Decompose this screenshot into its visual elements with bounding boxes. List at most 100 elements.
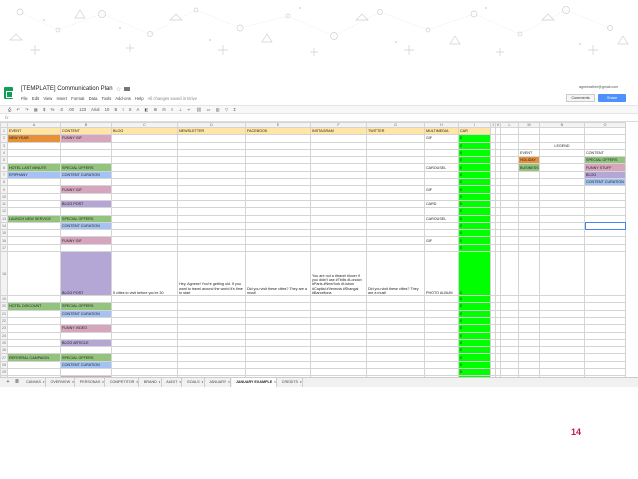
- share-button[interactable]: Share: [598, 94, 626, 102]
- table-cell[interactable]: BUSINESS EVENT: [518, 163, 540, 172]
- table-cell[interactable]: [60, 229, 112, 238]
- comments-button[interactable]: Comments: [566, 94, 595, 102]
- table-cell[interactable]: [111, 302, 178, 311]
- table-cell[interactable]: CAROUSEL: [424, 163, 459, 172]
- table-cell[interactable]: [366, 178, 425, 187]
- table-cell[interactable]: [177, 185, 246, 194]
- table-cell[interactable]: [500, 148, 519, 158]
- table-cell[interactable]: [366, 192, 425, 201]
- table-cell[interactable]: [518, 207, 540, 216]
- table-cell[interactable]: CONTENT CURATION: [584, 178, 626, 187]
- table-cell[interactable]: 0: [458, 170, 491, 180]
- table-cell[interactable]: EVENT: [518, 148, 540, 158]
- table-cell[interactable]: [60, 192, 112, 201]
- menu-file[interactable]: File: [21, 96, 28, 101]
- table-cell[interactable]: [424, 243, 459, 253]
- table-cell[interactable]: [177, 243, 246, 253]
- table-cell[interactable]: [245, 295, 311, 304]
- table-cell[interactable]: [245, 302, 311, 311]
- table-cell[interactable]: [310, 302, 367, 311]
- table-cell[interactable]: [111, 331, 178, 340]
- table-cell[interactable]: [60, 178, 112, 187]
- table-cell[interactable]: [366, 295, 425, 304]
- table-cell[interactable]: [7, 148, 61, 158]
- table-cell[interactable]: [366, 338, 425, 348]
- row-number[interactable]: 20: [0, 302, 8, 311]
- table-cell[interactable]: [177, 229, 246, 238]
- table-cell[interactable]: [518, 295, 540, 304]
- table-cell[interactable]: [539, 316, 585, 326]
- table-cell[interactable]: [111, 324, 178, 333]
- table-cell[interactable]: [60, 207, 112, 216]
- table-cell[interactable]: [60, 295, 112, 304]
- row-number[interactable]: 22: [0, 316, 8, 326]
- table-cell[interactable]: [60, 316, 112, 326]
- table-cell[interactable]: [310, 148, 367, 158]
- table-cell[interactable]: [518, 331, 540, 340]
- table-cell[interactable]: SPECIAL OFFERS: [60, 214, 112, 223]
- filter-icon[interactable]: ▽: [225, 107, 228, 112]
- table-cell[interactable]: 0: [458, 214, 491, 223]
- table-cell[interactable]: You are not a #travel #lover if you didn…: [310, 251, 367, 297]
- menu-edit[interactable]: Edit: [32, 96, 39, 101]
- table-cell[interactable]: CONTENT CURATION: [60, 170, 112, 180]
- table-cell[interactable]: [424, 178, 459, 187]
- table-cell[interactable]: [539, 221, 585, 231]
- table-cell[interactable]: [500, 338, 519, 348]
- table-cell[interactable]: [539, 192, 585, 201]
- table-cell[interactable]: GIF: [424, 185, 459, 194]
- more-formats-button[interactable]: 123: [79, 107, 86, 112]
- table-cell[interactable]: [310, 331, 367, 340]
- table-cell[interactable]: 0: [458, 134, 491, 143]
- table-cell[interactable]: [539, 236, 585, 245]
- table-cell[interactable]: CARD: [424, 199, 459, 209]
- table-cell[interactable]: [310, 178, 367, 187]
- row-number[interactable]: 19: [0, 295, 8, 304]
- table-cell[interactable]: [177, 302, 246, 311]
- table-cell[interactable]: 0: [458, 331, 491, 340]
- table-cell[interactable]: [245, 236, 311, 245]
- functions-icon[interactable]: Σ: [233, 107, 236, 112]
- table-cell[interactable]: [7, 178, 61, 187]
- table-cell[interactable]: [60, 346, 112, 355]
- table-cell[interactable]: [310, 199, 367, 209]
- table-cell[interactable]: [310, 141, 367, 150]
- sheet-tab[interactable]: COMPETITOR: [106, 378, 140, 387]
- table-cell[interactable]: [111, 163, 178, 172]
- table-cell[interactable]: [7, 346, 61, 355]
- table-cell[interactable]: [500, 185, 519, 194]
- table-cell[interactable]: FUNNY STUFF: [584, 163, 626, 172]
- paint-format-icon[interactable]: ▦: [34, 107, 38, 112]
- menu-tools[interactable]: Tools: [102, 96, 112, 101]
- table-cell[interactable]: [177, 192, 246, 201]
- table-cell[interactable]: GIF: [424, 236, 459, 245]
- row-number[interactable]: 17: [0, 243, 8, 253]
- folder-icon[interactable]: [124, 87, 130, 91]
- table-cell[interactable]: 0: [458, 185, 491, 194]
- table-cell[interactable]: [424, 141, 459, 150]
- table-cell[interactable]: [424, 302, 459, 311]
- table-cell[interactable]: [245, 316, 311, 326]
- table-cell[interactable]: [500, 178, 519, 187]
- formula-bar[interactable]: fx: [0, 114, 638, 122]
- table-cell[interactable]: [7, 141, 61, 150]
- merge-icon[interactable]: ⊟: [162, 107, 166, 112]
- table-cell[interactable]: [245, 141, 311, 150]
- tab-dropdown-icon[interactable]: ▾: [202, 380, 204, 384]
- table-cell[interactable]: [177, 199, 246, 209]
- chart-icon[interactable]: ▥: [216, 107, 220, 112]
- table-cell[interactable]: HOTEL LAST MINUTE: [7, 163, 61, 172]
- table-cell[interactable]: [60, 367, 112, 377]
- table-cell[interactable]: 0: [458, 199, 491, 209]
- table-cell[interactable]: [500, 134, 519, 143]
- table-cell[interactable]: [424, 221, 459, 231]
- borders-icon[interactable]: ⊞: [154, 107, 158, 112]
- table-cell[interactable]: [111, 309, 178, 318]
- table-cell[interactable]: [518, 199, 540, 209]
- table-cell[interactable]: [111, 367, 178, 377]
- table-cell[interactable]: [424, 324, 459, 333]
- table-cell[interactable]: [366, 309, 425, 318]
- table-cell[interactable]: [518, 185, 540, 194]
- table-cell[interactable]: FUNNY GIF: [60, 185, 112, 194]
- table-cell[interactable]: [518, 367, 540, 377]
